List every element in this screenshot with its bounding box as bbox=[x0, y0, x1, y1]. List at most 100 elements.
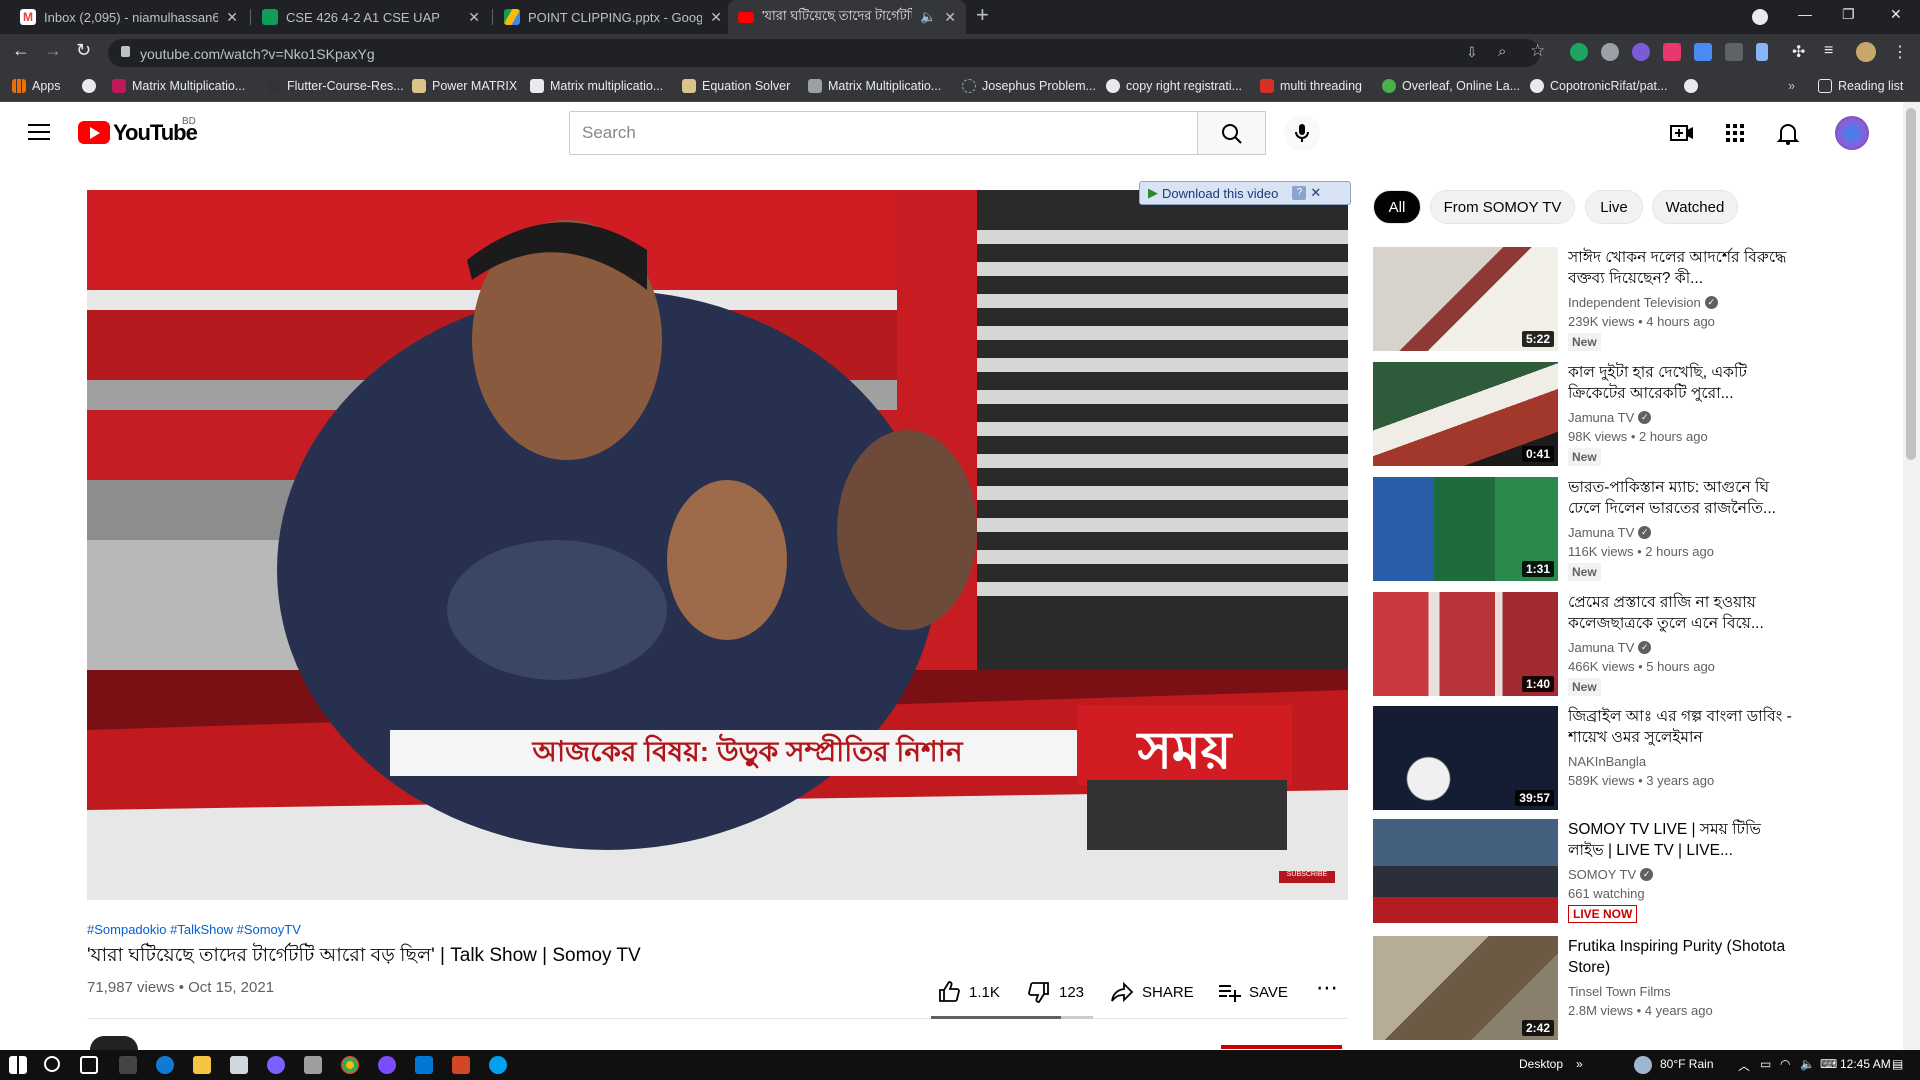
video-thumbnail[interactable]: 2:42 bbox=[1373, 936, 1558, 1040]
volume-icon[interactable]: 🔈 bbox=[1800, 1057, 1815, 1071]
download-extension-icon[interactable] bbox=[1694, 43, 1712, 61]
back-arrow-icon[interactable]: ← bbox=[12, 40, 30, 61]
toolbar-expand-icon[interactable]: » bbox=[1576, 1057, 1583, 1071]
close-icon[interactable]: ✕ bbox=[1310, 185, 1321, 201]
install-icon[interactable]: ⇩ bbox=[1466, 44, 1478, 61]
channel-avatar[interactable] bbox=[90, 1036, 138, 1050]
recommendation-item[interactable]: 2:42 Frutika Inspiring Purity (Shotota S… bbox=[1373, 936, 1893, 1042]
channel-name[interactable]: Tinsel Town Films bbox=[1568, 984, 1671, 999]
hashtags[interactable]: #Sompadokio #TalkShow #SomoyTV bbox=[87, 922, 301, 937]
save-button[interactable]: SAVE bbox=[1217, 980, 1288, 1004]
bookmark-item[interactable]: Power MATRIX bbox=[412, 76, 517, 96]
extension-icon[interactable] bbox=[1663, 43, 1681, 61]
lock-icon[interactable] bbox=[121, 46, 130, 57]
video-thumbnail[interactable]: 0:41 bbox=[1373, 362, 1558, 466]
clock-time[interactable]: 12:45 AM bbox=[1840, 1057, 1891, 1071]
recommendation-title[interactable]: সাঈদ খোকন দলের আদর্শের বিরুদ্ধে বক্তব্য … bbox=[1568, 247, 1798, 289]
bookmark-item[interactable]: copy right registrati... bbox=[1106, 76, 1242, 96]
pen-extension-icon[interactable] bbox=[1756, 43, 1768, 61]
tab-gmail[interactable]: M Inbox (2,095) - niamulhassan64@✕ bbox=[10, 0, 248, 34]
tab-search-icon[interactable] bbox=[1752, 9, 1768, 25]
reading-list-button[interactable]: Reading list bbox=[1818, 76, 1903, 96]
vscode-icon[interactable] bbox=[415, 1056, 433, 1074]
bookmark-item[interactable]: Overleaf, Online La... bbox=[1382, 76, 1520, 96]
minimize-button[interactable]: — bbox=[1798, 6, 1812, 22]
kebab-menu-icon[interactable]: ⋮ bbox=[1892, 42, 1908, 62]
forward-arrow-icon[interactable]: → bbox=[44, 40, 62, 61]
video-player[interactable]: আজকের বিষয়: উড়ুক সম্প্রীতির নিশান সময়… bbox=[87, 190, 1348, 900]
recommendation-item[interactable]: 0:41 কাল দুইটা হার দেখেছি, একটি ক্রিকেটে… bbox=[1373, 362, 1893, 468]
scrollbar-thumb[interactable] bbox=[1906, 108, 1916, 460]
notifications-bell-icon[interactable] bbox=[1775, 120, 1801, 146]
apps-grid-icon[interactable] bbox=[1722, 120, 1748, 146]
search-icon[interactable] bbox=[44, 1056, 60, 1072]
recommendation-title[interactable]: Frutika Inspiring Purity (Shotota Store) bbox=[1568, 936, 1798, 978]
bookmark-item[interactable]: Equation Solver bbox=[682, 76, 790, 96]
powerpoint-icon[interactable] bbox=[452, 1056, 470, 1074]
desktop-toolbar[interactable]: Desktop bbox=[1519, 1057, 1563, 1071]
bookmark-item[interactable]: Matrix multiplicatio... bbox=[530, 76, 663, 96]
chip-live[interactable]: Live bbox=[1585, 190, 1643, 224]
tab-google-drive[interactable]: POINT CLIPPING.pptx - Google D✕ bbox=[494, 0, 732, 34]
weather-cloud-icon[interactable] bbox=[1634, 1056, 1652, 1074]
help-icon[interactable]: ? bbox=[1292, 186, 1307, 200]
close-tab-icon[interactable]: ✕ bbox=[226, 9, 238, 26]
download-video-button[interactable]: ▶ Download this video ? ✕ bbox=[1139, 181, 1351, 205]
chip-from-somoy-tv[interactable]: From SOMOY TV bbox=[1430, 190, 1575, 224]
subscribe-watermark[interactable]: SUBSCRIBE bbox=[1279, 871, 1335, 883]
mail-icon[interactable] bbox=[230, 1056, 248, 1074]
channel-name[interactable]: NAKInBangla bbox=[1568, 754, 1646, 769]
chip-all[interactable]: All bbox=[1373, 190, 1421, 224]
app-icon[interactable] bbox=[378, 1056, 396, 1074]
skype-icon[interactable] bbox=[489, 1056, 507, 1074]
share-button[interactable]: SHARE bbox=[1110, 980, 1194, 1004]
new-tab-button[interactable]: + bbox=[976, 2, 989, 28]
close-tab-icon[interactable]: ✕ bbox=[944, 9, 956, 26]
url-text[interactable]: youtube.com/watch?v=Nko1SKpaxYg bbox=[140, 46, 375, 62]
recommendation-title[interactable]: ভারত-পাকিস্তান ম্যাচ: আগুনে ঘি ঢেলে দিলে… bbox=[1568, 477, 1798, 519]
show-hidden-icons-icon[interactable]: ︿ bbox=[1738, 1057, 1750, 1074]
recommendation-title[interactable]: SOMOY TV LIVE | সময় টিভি লাইভ | LIVE TV… bbox=[1568, 819, 1798, 861]
maximize-button[interactable]: ❐ bbox=[1842, 6, 1855, 23]
language-icon[interactable]: ⌨ bbox=[1820, 1057, 1837, 1071]
recommendation-item[interactable]: 1:31 ভারত-পাকিস্তান ম্যাচ: আগুনে ঘি ঢেলে… bbox=[1373, 477, 1893, 583]
close-tab-icon[interactable]: ✕ bbox=[710, 9, 722, 26]
chrome-icon[interactable] bbox=[341, 1056, 359, 1074]
channel-name[interactable]: Jamuna TV ✓ bbox=[1568, 410, 1652, 425]
channel-name[interactable]: Jamuna TV ✓ bbox=[1568, 525, 1652, 540]
edge-icon[interactable] bbox=[156, 1056, 174, 1074]
close-tab-icon[interactable]: ✕ bbox=[468, 9, 480, 26]
more-actions-icon[interactable]: ⋯ bbox=[1316, 975, 1338, 1001]
video-thumbnail[interactable]: 5:22 bbox=[1373, 247, 1558, 351]
bookmark-item[interactable]: Flutter-Course-Res... bbox=[267, 76, 404, 96]
bookmark-item[interactable]: Matrix Multiplicatio... bbox=[808, 76, 941, 96]
messenger-icon[interactable] bbox=[267, 1056, 285, 1074]
bookmark-star-icon[interactable]: ☆ bbox=[1530, 41, 1545, 61]
notification-center-icon[interactable]: ▤ bbox=[1892, 1057, 1903, 1071]
dislike-button[interactable]: 123 bbox=[1027, 980, 1084, 1004]
tab-youtube-active[interactable]: 'যারা ঘটিয়েছে তাদের টার্গেটটি 🔈 ✕ bbox=[728, 0, 966, 34]
app-icon[interactable] bbox=[304, 1056, 322, 1074]
bookmark-item[interactable]: multi threading bbox=[1260, 76, 1362, 96]
youtube-logo-icon[interactable] bbox=[78, 121, 110, 144]
bookmark-item[interactable]: Josephus Problem... bbox=[962, 76, 1096, 96]
video-thumbnail[interactable]: 1:31 bbox=[1373, 477, 1558, 581]
close-window-button[interactable]: ✕ bbox=[1890, 6, 1902, 23]
hamburger-menu-icon[interactable] bbox=[28, 124, 50, 140]
recommendation-title[interactable]: জিব্রাইল আঃ এর গল্প বাংলা ডাবিং - শায়েখ… bbox=[1568, 706, 1798, 748]
recommendation-item[interactable]: 5:22 সাঈদ খোকন দলের আদর্শের বিরুদ্ধে বক্… bbox=[1373, 247, 1893, 353]
bookmark-item[interactable]: Matrix Multiplicatio... bbox=[112, 76, 245, 96]
channel-name[interactable]: Independent Television ✓ bbox=[1568, 295, 1718, 310]
reading-queue-icon[interactable]: ≡ bbox=[1824, 42, 1833, 60]
reload-icon[interactable]: ↻ bbox=[76, 40, 91, 61]
terminal-icon[interactable] bbox=[119, 1056, 137, 1074]
extension-icon[interactable] bbox=[1632, 43, 1650, 61]
recommendation-title[interactable]: প্রেমের প্রস্তাবে রাজি না হওয়ায় কলেজছা… bbox=[1568, 592, 1798, 634]
profile-avatar[interactable] bbox=[1856, 42, 1876, 62]
chip-watched[interactable]: Watched bbox=[1652, 190, 1738, 224]
like-button[interactable]: 1.1K bbox=[937, 980, 1000, 1004]
recommendation-item[interactable]: 39:57 জিব্রাইল আঃ এর গল্প বাংলা ডাবিং - … bbox=[1373, 706, 1893, 812]
bookmark-item[interactable] bbox=[1684, 76, 1698, 96]
camera-extension-icon[interactable] bbox=[1601, 43, 1619, 61]
video-thumbnail[interactable] bbox=[1373, 819, 1558, 923]
